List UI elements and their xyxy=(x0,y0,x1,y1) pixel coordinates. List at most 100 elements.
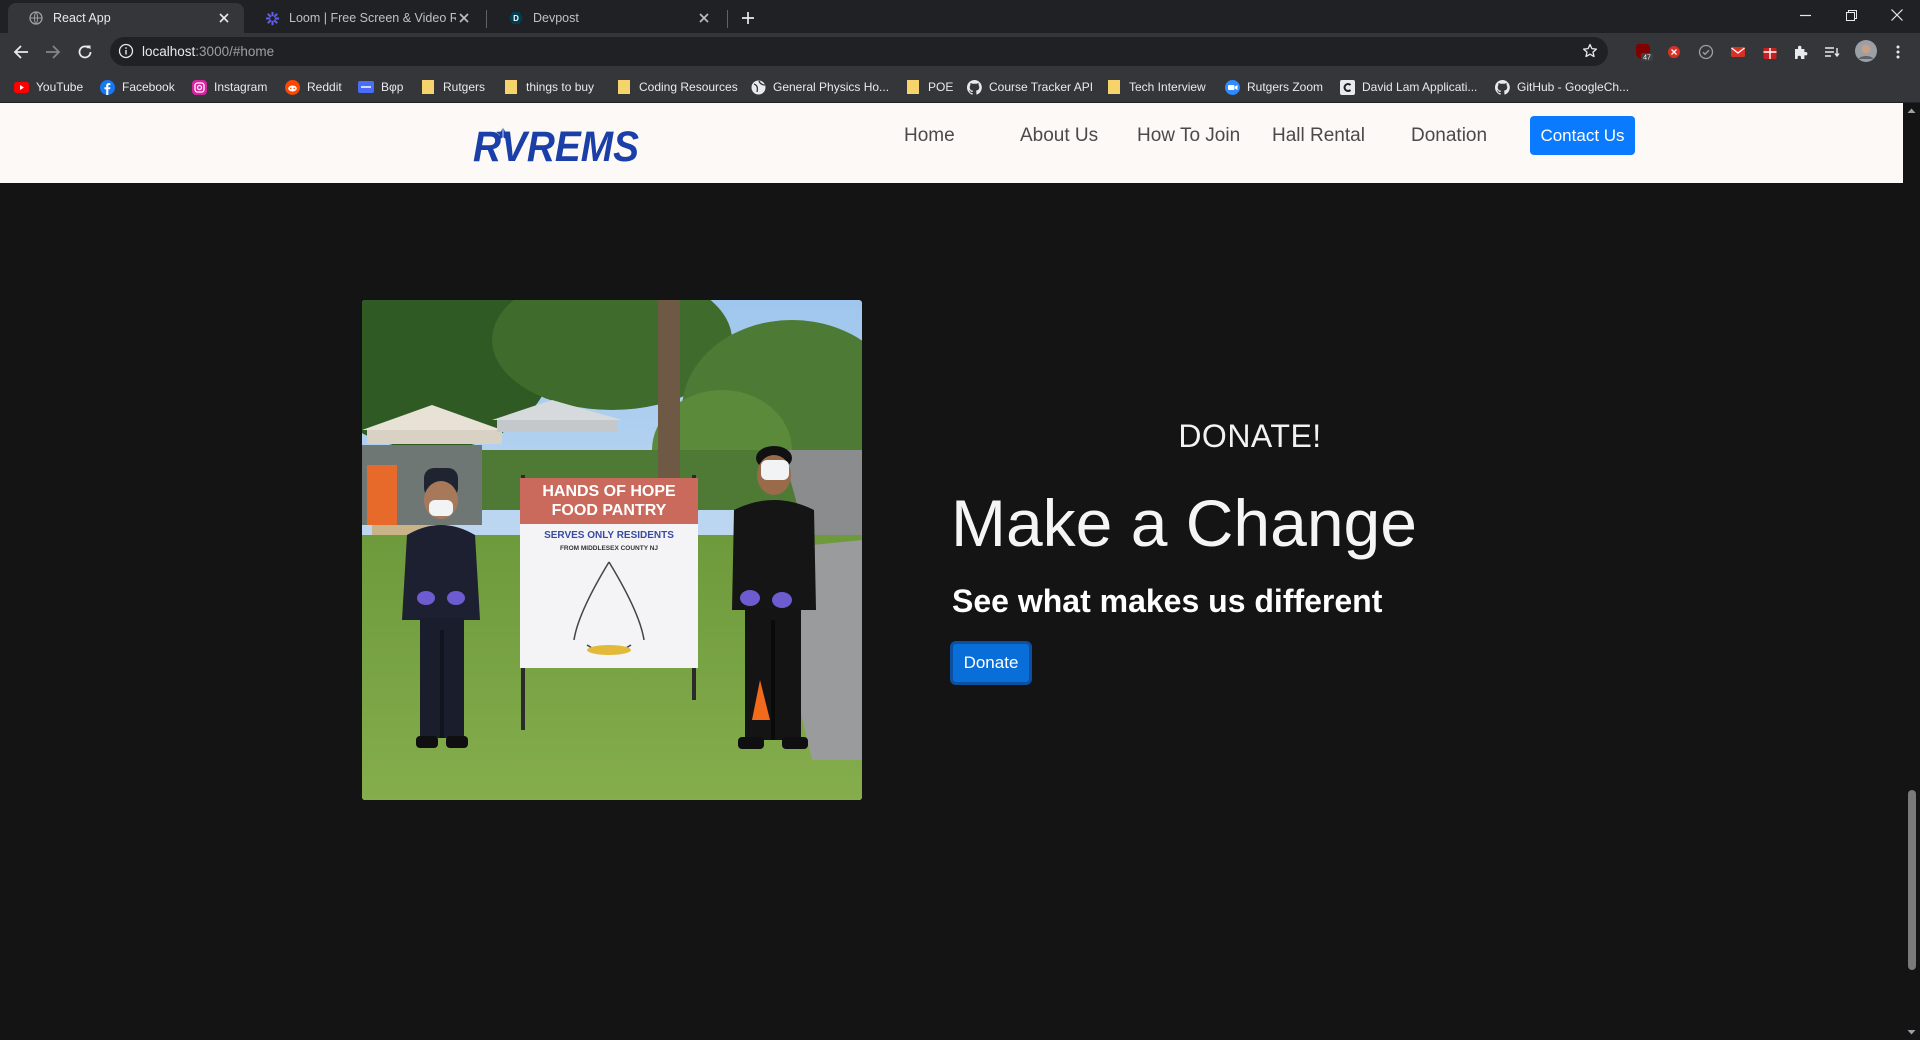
donate-kicker: DONATE! xyxy=(1178,418,1322,454)
url-path: :3000/#home xyxy=(195,44,275,59)
donate-button[interactable]: Donate xyxy=(950,641,1032,685)
folder-icon xyxy=(503,79,519,95)
food-pantry-photo: HANDS OF HOPE FOOD PANTRY SERVES ONLY RE… xyxy=(362,300,862,800)
logo-text: RVREMS xyxy=(473,123,639,167)
folder-icon xyxy=(905,79,921,95)
bookmark-david-lam[interactable]: David Lam Applicati... xyxy=(1339,78,1477,96)
bookmark-github-googlech[interactable]: GitHub - GoogleCh... xyxy=(1494,78,1629,96)
sign-line-1: HANDS OF HOPE xyxy=(542,483,676,500)
tab-react-app[interactable]: React App xyxy=(8,3,244,33)
contact-us-button[interactable]: Contact Us xyxy=(1530,116,1635,155)
bookmark-label: Facebook xyxy=(122,80,175,94)
record-extension-icon[interactable] xyxy=(1664,42,1684,62)
new-tab-button[interactable] xyxy=(736,6,760,30)
address-bar[interactable]: localhost:3000/#home xyxy=(110,37,1608,66)
bookmark-label: GitHub - GoogleCh... xyxy=(1517,80,1630,94)
nav-hall-rental[interactable]: Hall Rental xyxy=(1272,125,1365,147)
more-menu-icon[interactable] xyxy=(1888,42,1908,62)
tab-separator xyxy=(727,10,728,28)
restore-button[interactable] xyxy=(1828,0,1874,30)
nav-about-us[interactable]: About Us xyxy=(1020,125,1098,147)
browser-toolbar: localhost:3000/#home 47 xyxy=(0,33,1920,71)
hero-headline: Make a Change xyxy=(951,486,1417,560)
bookmark-coding-resources[interactable]: Coding Resources xyxy=(616,78,738,96)
bookmark-reddit[interactable]: Reddit xyxy=(284,78,342,96)
bookmark-tech-interview[interactable]: Tech Interview xyxy=(1106,78,1206,96)
tab-loom[interactable]: Loom | Free Screen & Video Rec xyxy=(244,3,484,33)
close-window-button[interactable] xyxy=(1874,0,1920,30)
page-viewport: RVREMS Home About Us How To Join Hall Re… xyxy=(0,103,1903,1040)
bookmark-course-tracker[interactable]: Course Tracker API xyxy=(966,78,1093,96)
rvrems-logo[interactable]: RVREMS xyxy=(471,121,643,167)
tab-title: React App xyxy=(53,11,111,25)
instagram-icon xyxy=(191,79,207,95)
extension-badge: 47 xyxy=(1643,55,1651,62)
info-icon[interactable] xyxy=(118,43,134,59)
bookmark-label: YouTube xyxy=(36,80,84,94)
bookmark-label: Rutgers xyxy=(443,80,486,94)
scroll-up-arrow-icon[interactable] xyxy=(1907,106,1916,115)
bookmark-rutgers-zoom[interactable]: Rutgers Zoom xyxy=(1224,78,1323,96)
sign-line-3: SERVES ONLY RESIDENTS xyxy=(544,530,674,541)
nav-home[interactable]: Home xyxy=(904,125,955,147)
bookmark-label: Reddit xyxy=(307,80,342,94)
bookmark-bop[interactable]: Bφp xyxy=(358,78,403,96)
page-scrollbar[interactable] xyxy=(1903,103,1920,1040)
bookmark-poe[interactable]: POE xyxy=(905,78,953,96)
check-extension-icon[interactable] xyxy=(1696,42,1716,62)
bookmark-instagram[interactable]: Instagram xyxy=(191,78,267,96)
bookmark-label: Tech Interview xyxy=(1129,80,1206,94)
devpost-icon: D xyxy=(508,10,524,26)
url-host: localhost xyxy=(142,44,196,59)
bookmark-things-to-buy[interactable]: things to buy xyxy=(503,78,594,96)
nav-how-to-join[interactable]: How To Join xyxy=(1137,125,1240,147)
close-icon[interactable] xyxy=(456,10,472,26)
bookmark-label: General Physics Ho... xyxy=(773,80,890,94)
mail-extension-icon[interactable] xyxy=(1728,42,1748,62)
extensions-puzzle-icon[interactable] xyxy=(1791,42,1811,62)
folder-icon xyxy=(420,79,436,95)
close-icon[interactable] xyxy=(696,10,712,26)
bookmark-facebook[interactable]: Facebook xyxy=(99,78,175,96)
bookmark-general-physics[interactable]: General Physics Ho... xyxy=(750,78,889,96)
reload-button[interactable] xyxy=(71,38,99,66)
zoom-icon xyxy=(1224,79,1240,95)
tab-devpost[interactable]: D Devpost xyxy=(488,3,724,33)
tab-separator xyxy=(486,10,487,28)
scroll-thumb[interactable] xyxy=(1908,790,1916,970)
hero-subhead: See what makes us different xyxy=(952,583,1383,619)
minimize-button[interactable] xyxy=(1782,0,1828,30)
reddit-icon xyxy=(284,79,300,95)
globe-icon xyxy=(28,10,44,26)
bookmark-label: Coding Resources xyxy=(639,80,738,94)
folder-icon xyxy=(1106,79,1122,95)
loom-icon xyxy=(264,10,280,26)
facebook-icon xyxy=(99,79,115,95)
profile-avatar-icon[interactable] xyxy=(1854,39,1878,63)
bookmark-label: Rutgers Zoom xyxy=(1247,80,1324,94)
sign-line-2: FOOD PANTRY xyxy=(552,502,667,519)
bookmark-star-icon[interactable] xyxy=(1582,43,1598,59)
tab-bar: React App Loom | Free Screen & Video Rec… xyxy=(0,0,1920,33)
page-icon xyxy=(1339,79,1355,95)
gift-extension-icon[interactable] xyxy=(1760,42,1780,62)
site-navbar: RVREMS Home About Us How To Join Hall Re… xyxy=(0,103,1903,183)
forward-button[interactable] xyxy=(39,38,67,66)
nav-donation[interactable]: Donation xyxy=(1411,125,1487,147)
url-text[interactable]: localhost:3000/#home xyxy=(142,44,274,59)
ublock-extension-icon[interactable]: 47 xyxy=(1634,42,1654,62)
bookmark-app-icon xyxy=(358,79,374,95)
bookmark-youtube[interactable]: YouTube xyxy=(13,78,83,96)
bookmark-label: David Lam Applicati... xyxy=(1362,80,1478,94)
bookmarks-bar: YouTube Facebook Instagram Reddit Bφp Ru… xyxy=(0,71,1920,103)
bookmark-label: POE xyxy=(928,80,954,94)
youtube-icon xyxy=(13,79,29,95)
tab-title: Devpost xyxy=(533,11,579,25)
reading-list-icon[interactable] xyxy=(1822,42,1842,62)
bookmark-rutgers[interactable]: Rutgers xyxy=(420,78,485,96)
close-icon[interactable] xyxy=(216,10,232,26)
back-button[interactable] xyxy=(7,38,35,66)
bookmark-label: things to buy xyxy=(526,80,595,94)
scroll-down-arrow-icon[interactable] xyxy=(1907,1028,1916,1037)
bookmark-label: Course Tracker API xyxy=(989,80,1094,94)
